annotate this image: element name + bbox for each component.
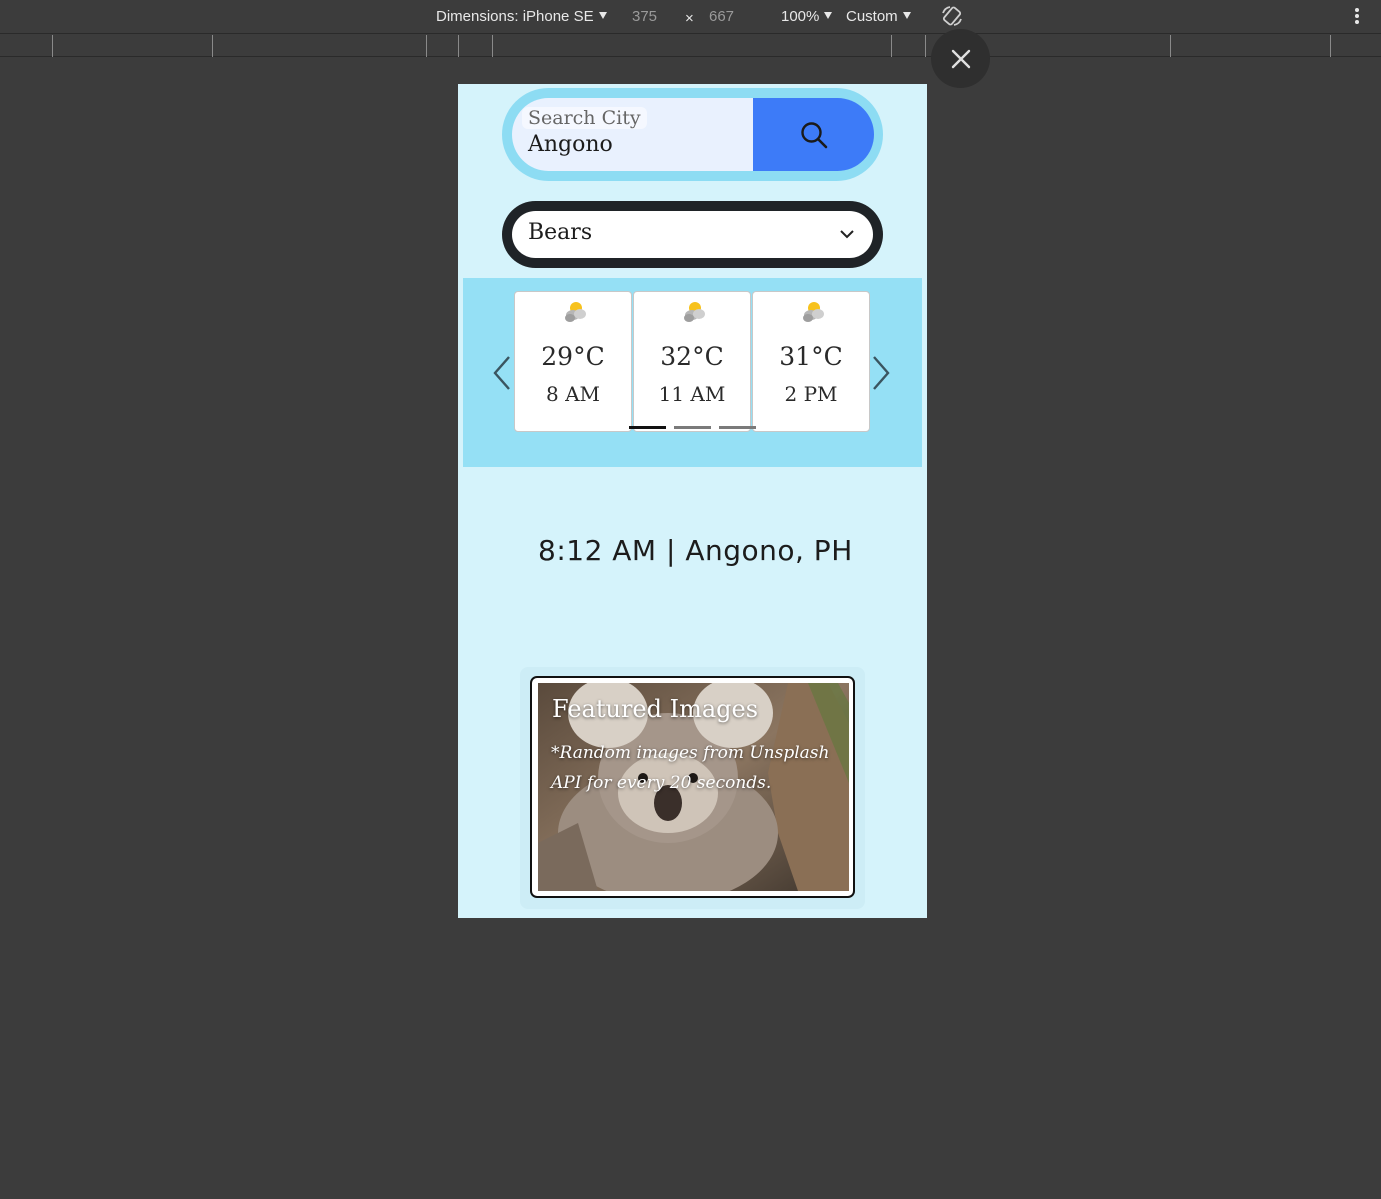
search-button[interactable] [753, 98, 874, 171]
forecast-time: 2 PM [784, 382, 838, 406]
devtools-toolbar: Dimensions: iPhone SE 375 × 667 100% Cus… [0, 0, 1381, 34]
height-input[interactable]: 667 [709, 8, 734, 25]
chevron-down-icon [824, 12, 833, 19]
featured-images-card: Featured Images *Random images from Unsp… [530, 676, 855, 898]
forecast-card: 31°C 2 PM [752, 291, 870, 432]
zoom-label: 100% [781, 8, 820, 25]
forecast-time: 11 AM [658, 382, 726, 406]
carousel-indicator-3[interactable] [719, 426, 756, 429]
search-value: Angono [528, 132, 613, 157]
search-bar: Search City Angono [502, 88, 883, 181]
search-label: Search City [522, 107, 647, 129]
forecast-card: 29°C 8 AM [514, 291, 632, 432]
device-viewport: Search City Angono Bears 29°C 8 AM 32°C … [458, 84, 927, 918]
carousel-next-button[interactable] [868, 353, 894, 393]
width-input[interactable]: 375 [632, 8, 657, 25]
media-query-ruler [0, 35, 1381, 57]
partly-cloudy-icon [684, 302, 705, 322]
throttle-label: Custom [846, 8, 898, 25]
featured-title: Featured Images [552, 695, 759, 723]
featured-note: *Random images from Unsplash API for eve… [551, 743, 830, 793]
forecast-card: 32°C 11 AM [633, 291, 751, 432]
device-dropdown[interactable]: Dimensions: iPhone SE [436, 8, 607, 25]
carousel-indicator-1[interactable] [629, 426, 666, 429]
partly-cloudy-icon [803, 302, 824, 322]
search-input[interactable]: Search City Angono [512, 98, 754, 171]
zoom-dropdown[interactable]: 100% [781, 8, 833, 25]
more-options-icon[interactable] [1350, 7, 1364, 27]
close-button[interactable] [931, 29, 990, 88]
forecast-carousel: 29°C 8 AM 32°C 11 AM 31°C 2 PM [463, 278, 922, 467]
current-time-location: 8:12 AM | Angono, PH [538, 534, 853, 567]
throttle-dropdown[interactable]: Custom [846, 8, 911, 25]
category-selected: Bears [528, 220, 593, 245]
forecast-temp: 29°C [541, 342, 605, 371]
category-select-wrapper: Bears [502, 201, 883, 268]
times-icon: × [685, 10, 694, 27]
chevron-down-icon [598, 12, 607, 19]
carousel-indicator-2[interactable] [674, 426, 711, 429]
carousel-prev-button[interactable] [489, 353, 515, 393]
close-icon [951, 49, 970, 68]
category-select[interactable]: Bears [512, 211, 873, 258]
search-icon [800, 121, 827, 148]
forecast-time: 8 AM [545, 382, 600, 406]
chevron-down-icon [840, 230, 854, 239]
chevron-down-icon [902, 12, 911, 19]
featured-image: Featured Images *Random images from Unsp… [538, 683, 849, 891]
rotate-icon[interactable] [940, 4, 964, 28]
partly-cloudy-icon [565, 302, 586, 322]
forecast-temp: 32°C [660, 342, 724, 371]
device-label: Dimensions: iPhone SE [436, 8, 594, 25]
forecast-temp: 31°C [779, 342, 843, 371]
